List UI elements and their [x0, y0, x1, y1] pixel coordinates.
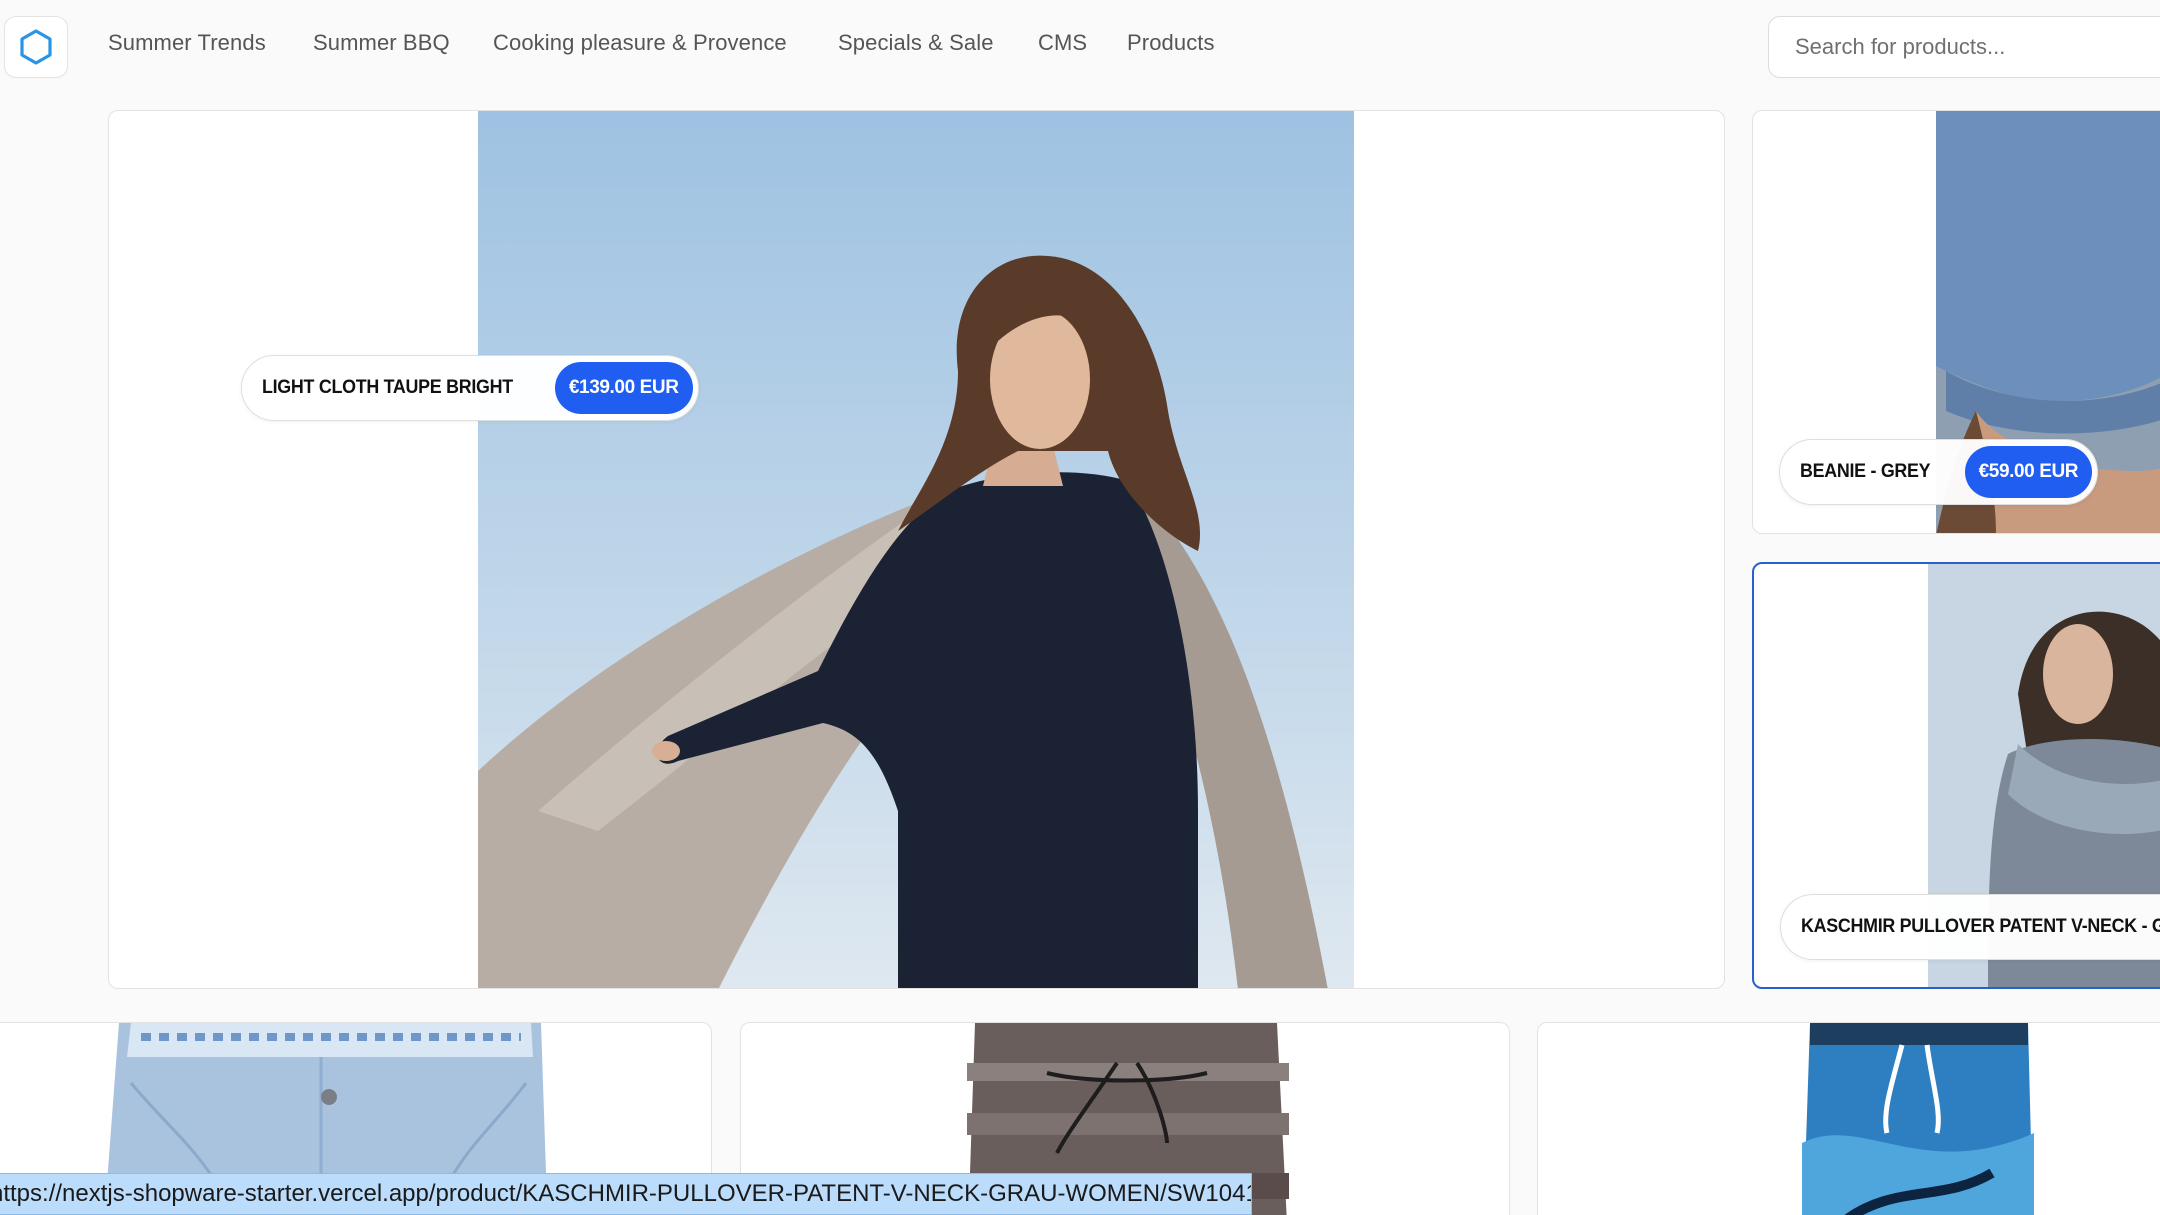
- featured-product-label[interactable]: LIGHT CLOTH TAUPE BRIGHT €139.00 EUR: [241, 355, 699, 421]
- product-tile-board-shorts[interactable]: [1537, 1022, 2160, 1215]
- price-badge: €59.00 EUR: [1964, 446, 2093, 498]
- nav-link-specials-sale[interactable]: Specials & Sale: [838, 30, 994, 56]
- status-bar-url: https://nextjs-shopware-starter.vercel.a…: [0, 1173, 1252, 1215]
- product-name: KASCHMIR PULLOVER PATENT V-NECK - GRAU: [1801, 916, 2160, 937]
- product-tile-kaschmir-pullover[interactable]: KASCHMIR PULLOVER PATENT V-NECK - GRAU: [1752, 562, 2160, 989]
- featured-product-tile[interactable]: LIGHT CLOTH TAUPE BRIGHT €139.00 EUR: [108, 110, 1725, 989]
- product-image-woman-scarf: [478, 111, 1354, 988]
- product-image-board-shorts: [1802, 1023, 2034, 1215]
- product-label-beanie[interactable]: BEANIE - GREY €59.00 EUR: [1779, 439, 2099, 505]
- logo-home-link[interactable]: [4, 16, 68, 78]
- search-input[interactable]: [1768, 16, 2160, 78]
- product-name: LIGHT CLOTH TAUPE BRIGHT: [262, 377, 513, 398]
- product-tile-beanie[interactable]: BEANIE - GREY €59.00 EUR: [1752, 110, 2160, 534]
- hexagon-logo-icon: [20, 29, 52, 65]
- product-name: BEANIE - GREY: [1800, 461, 1931, 482]
- nav-link-cms[interactable]: CMS: [1038, 30, 1087, 56]
- nav-link-summer-trends[interactable]: Summer Trends: [108, 30, 266, 56]
- nav-link-products[interactable]: Products: [1127, 30, 1215, 56]
- price-badge: €139.00 EUR: [554, 362, 693, 414]
- nav-link-summer-bbq[interactable]: Summer BBQ: [313, 30, 450, 56]
- storefront-page: Summer Trends Summer BBQ Cooking pleasur…: [0, 0, 2160, 1215]
- nav-link-cooking-pleasure[interactable]: Cooking pleasure & Provence: [493, 30, 787, 56]
- product-label-kaschmir[interactable]: KASCHMIR PULLOVER PATENT V-NECK - GRAU: [1780, 894, 2160, 960]
